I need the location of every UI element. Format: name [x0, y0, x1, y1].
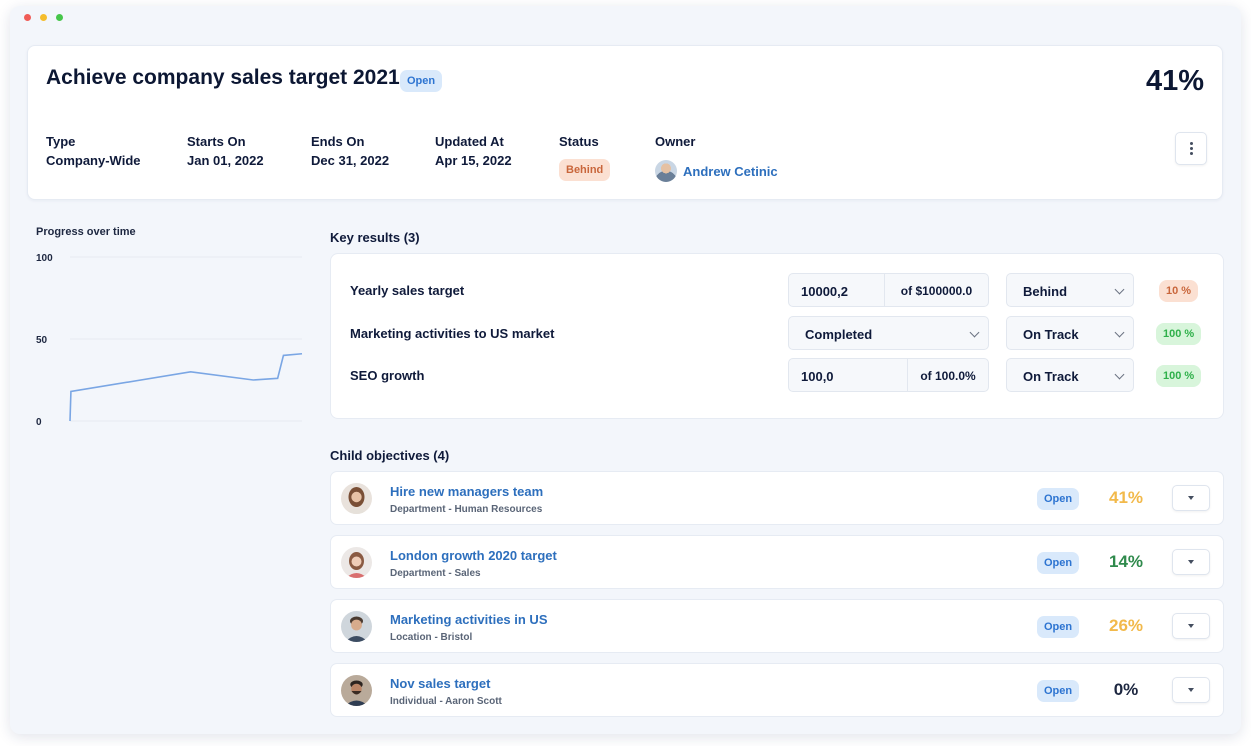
- chevron-down-icon: [969, 327, 980, 338]
- key-result-value-field[interactable]: 100,0 of 100.0%: [788, 358, 989, 392]
- child-objectives-heading: Child objectives (4): [330, 448, 450, 463]
- chart-y-tick-label: 100: [36, 253, 53, 264]
- child-objective-menu-button[interactable]: [1172, 677, 1210, 703]
- caret-down-icon: [1188, 496, 1194, 500]
- chart-progress-line: [69, 352, 303, 422]
- key-result-name: Yearly sales target: [350, 283, 465, 298]
- type-value: Company-Wide: [46, 153, 141, 168]
- key-result-completion-value: Completed: [805, 327, 873, 342]
- key-result-completion-select[interactable]: Completed: [788, 316, 989, 350]
- key-result-value[interactable]: 10000,2: [789, 274, 884, 306]
- child-objective-state-badge: Open: [1037, 488, 1080, 510]
- key-result-status-select[interactable]: On Track: [1006, 358, 1134, 392]
- key-result-pct: 10 %: [1159, 280, 1199, 302]
- child-objective-state-badge: Open: [1037, 616, 1080, 638]
- key-result-pct: 100 %: [1156, 365, 1202, 387]
- caret-down-icon: [1188, 560, 1194, 564]
- child-objective-row[interactable]: Marketing activities in US Location - Br…: [330, 599, 1224, 653]
- type-label: Type: [46, 134, 76, 149]
- key-result-status-value: Behind: [1023, 284, 1068, 299]
- child-objective-title[interactable]: London growth 2020 target: [390, 548, 557, 563]
- objective-title: Achieve company sales target 2021: [46, 66, 400, 89]
- chevron-down-icon: [1114, 284, 1125, 295]
- key-result-name: Marketing activities to US market: [350, 326, 555, 341]
- key-result-row: SEO growth 100,0 of 100.0% On Track 100 …: [331, 358, 1223, 392]
- key-result-status-value: On Track: [1023, 327, 1079, 342]
- key-result-pct: 100 %: [1156, 323, 1202, 345]
- child-objective-row[interactable]: Hire new managers team Department - Huma…: [330, 471, 1224, 525]
- child-objective-menu-button[interactable]: [1172, 613, 1210, 639]
- child-objective-subtitle: Department - Human Resources: [390, 504, 543, 515]
- child-objective-state-badge: Open: [1037, 680, 1080, 702]
- objective-header-card: Achieve company sales target 2021 Open 4…: [27, 45, 1223, 200]
- owner-name-link[interactable]: Andrew Cetinic: [683, 164, 778, 179]
- caret-down-icon: [1188, 624, 1194, 628]
- child-objective-title[interactable]: Hire new managers team: [390, 484, 543, 499]
- child-objective-subtitle: Location - Bristol: [390, 632, 473, 643]
- app-window: Achieve company sales target 2021 Open 4…: [10, 6, 1241, 734]
- key-result-target: of 100.0%: [907, 359, 988, 391]
- key-result-status-select[interactable]: Behind: [1006, 273, 1134, 307]
- key-results-heading: Key results (3): [330, 230, 420, 245]
- status-label: Status: [559, 134, 599, 149]
- avatar: [341, 547, 372, 578]
- key-result-name: SEO growth: [350, 368, 425, 383]
- chart-y-tick-label: 50: [36, 335, 48, 346]
- avatar: [341, 483, 372, 514]
- objective-state-badge: Open: [400, 70, 443, 92]
- child-objective-row[interactable]: London growth 2020 target Department - S…: [330, 535, 1224, 589]
- avatar: [341, 611, 372, 642]
- child-objective-subtitle: Department - Sales: [390, 568, 481, 579]
- window-minimize-dot[interactable]: [40, 14, 47, 21]
- ends-on-value: Dec 31, 2022: [311, 153, 390, 168]
- child-objective-subtitle: Individual - Aaron Scott: [390, 696, 502, 707]
- chevron-down-icon: [1114, 369, 1125, 380]
- child-objective-pct: 26%: [1108, 616, 1144, 635]
- owner-label: Owner: [655, 134, 696, 149]
- child-objective-menu-button[interactable]: [1172, 485, 1210, 511]
- caret-down-icon: [1188, 688, 1194, 692]
- avatar: [341, 675, 372, 706]
- chevron-down-icon: [1114, 327, 1125, 338]
- objective-progress: 41%: [1145, 65, 1204, 97]
- child-objective-menu-button[interactable]: [1172, 549, 1210, 575]
- kebab-dot-icon: [1189, 142, 1193, 145]
- child-objective-pct: 41%: [1108, 488, 1144, 507]
- status-badge: Behind: [559, 159, 611, 181]
- child-objective-pct: 0%: [1113, 680, 1139, 699]
- more-options-button[interactable]: [1175, 132, 1207, 165]
- child-objective-row[interactable]: Nov sales target Individual - Aaron Scot…: [330, 663, 1224, 717]
- progress-chart: 100 50 0: [36, 253, 303, 428]
- owner[interactable]: Andrew Cetinic: [655, 160, 778, 182]
- window-close-dot[interactable]: [24, 14, 31, 21]
- child-objective-title[interactable]: Nov sales target: [390, 676, 490, 691]
- key-result-value-field[interactable]: 10000,2 of $100000.0: [788, 273, 989, 307]
- kebab-dot-icon: [1189, 152, 1193, 155]
- key-result-row: Yearly sales target 10000,2 of $100000.0…: [331, 273, 1223, 307]
- key-result-status-select[interactable]: On Track: [1006, 316, 1134, 350]
- child-objective-state-badge: Open: [1037, 552, 1080, 574]
- key-results-card: Yearly sales target 10000,2 of $100000.0…: [330, 253, 1224, 419]
- updated-at-value: Apr 15, 2022: [435, 153, 512, 168]
- starts-on-value: Jan 01, 2022: [187, 153, 264, 168]
- key-result-target: of $100000.0: [884, 274, 988, 306]
- chart-y-tick-label: 0: [36, 417, 42, 428]
- updated-at-label: Updated At: [435, 134, 504, 149]
- key-result-status-value: On Track: [1023, 369, 1079, 384]
- window-maximize-dot[interactable]: [56, 14, 63, 21]
- kebab-dot-icon: [1189, 147, 1193, 150]
- progress-chart-title: Progress over time: [36, 226, 136, 238]
- child-objective-pct: 14%: [1108, 552, 1144, 571]
- key-result-value[interactable]: 100,0: [789, 359, 907, 391]
- owner-avatar: [655, 160, 677, 182]
- key-result-row: Marketing activities to US market Comple…: [331, 316, 1223, 350]
- child-objective-title[interactable]: Marketing activities in US: [390, 612, 548, 627]
- starts-on-label: Starts On: [187, 134, 246, 149]
- ends-on-label: Ends On: [311, 134, 365, 149]
